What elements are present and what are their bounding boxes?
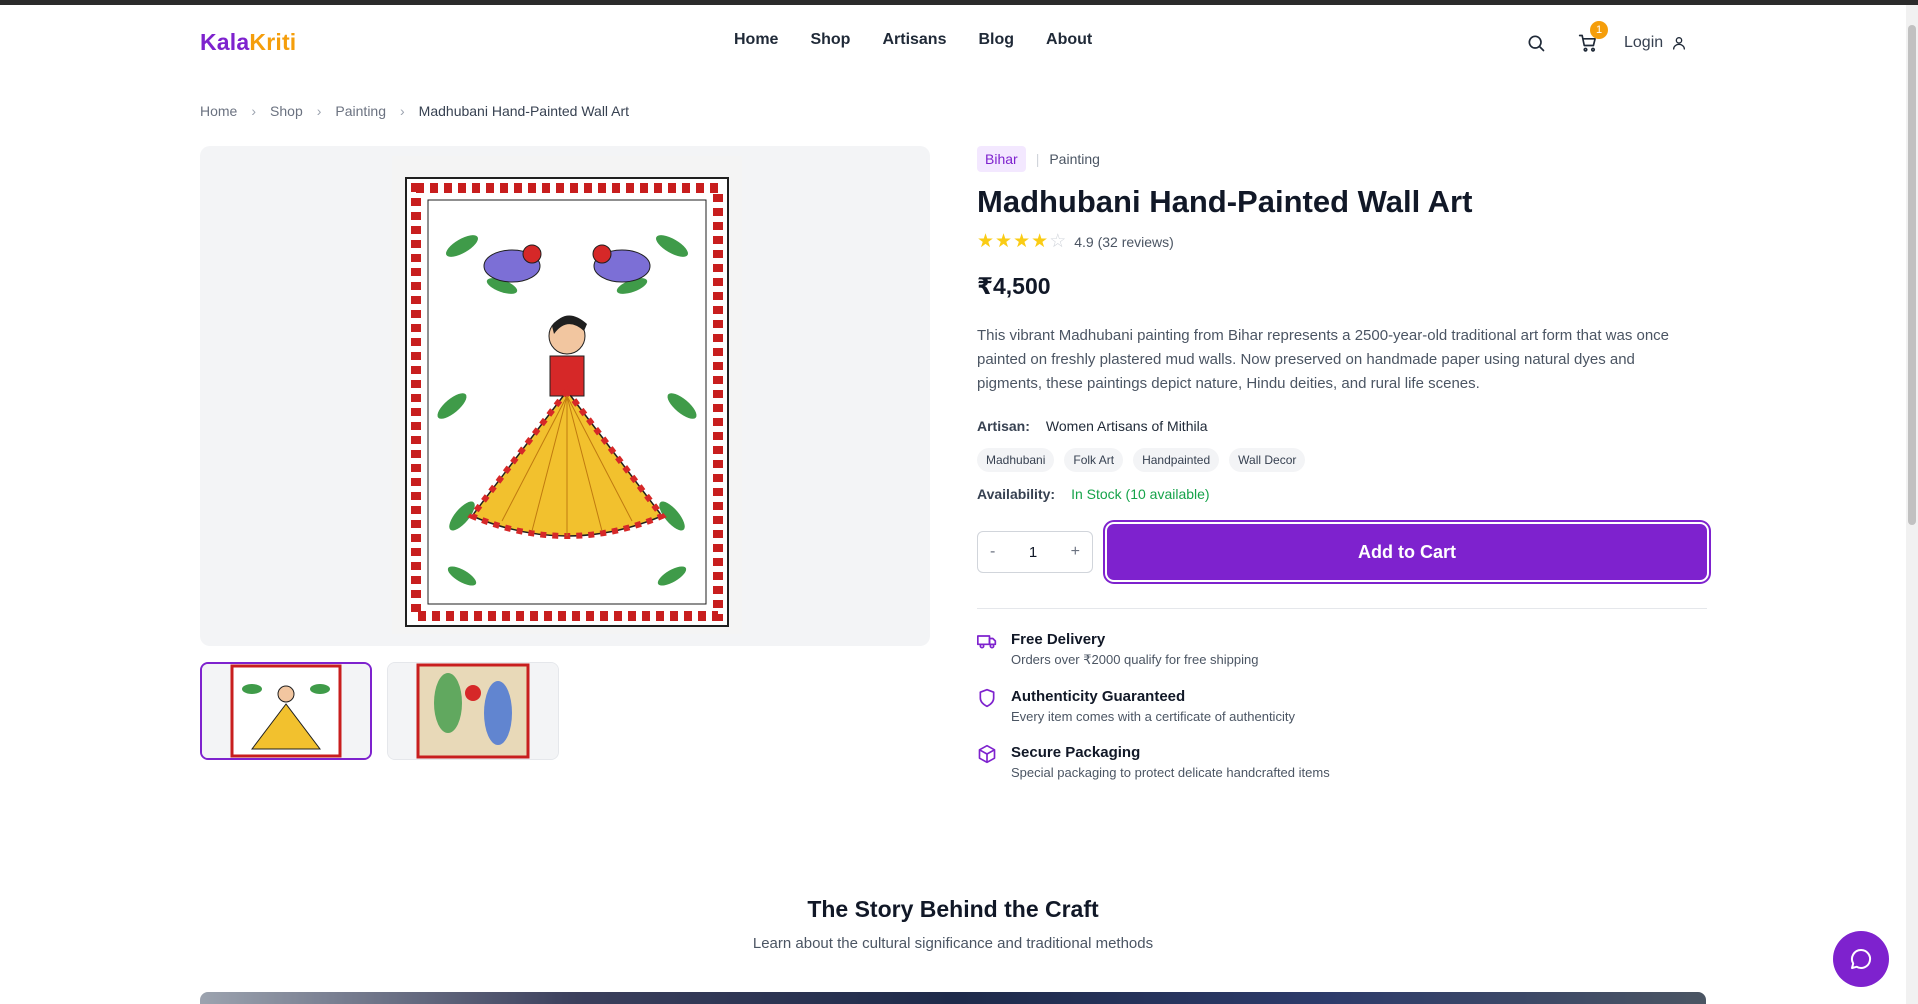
quantity-increment-button[interactable]: + (1071, 543, 1080, 561)
logo-part-kala: Kala (200, 29, 250, 55)
truck-icon (977, 635, 997, 649)
category-label[interactable]: Painting (1049, 151, 1100, 167)
tag-chip[interactable]: Handpainted (1133, 448, 1220, 472)
feature-description: Orders over ₹2000 qualify for free shipp… (1011, 652, 1259, 667)
breadcrumb-shop[interactable]: Shop (270, 103, 303, 119)
star-filled-icon: ★ (977, 231, 995, 252)
thumbnail-2[interactable] (387, 662, 559, 760)
feature-free-delivery: Free Delivery Orders over ₹2000 qualify … (977, 631, 1707, 668)
tag-chip[interactable]: Folk Art (1064, 448, 1124, 472)
region-tag[interactable]: Bihar (977, 146, 1026, 172)
tag-chip[interactable]: Madhubani (977, 448, 1055, 472)
rating-stars: ★ ★ ★ ★ ☆ (977, 232, 1066, 251)
star-filled-icon: ★ (1013, 231, 1031, 252)
nav-artisans[interactable]: Artisans (882, 31, 946, 49)
brand-logo[interactable]: KalaKriti (200, 29, 296, 56)
availability-row: Availability: In Stock (10 available) (977, 486, 1707, 502)
feature-title: Authenticity Guaranteed (1011, 688, 1186, 705)
tag-chip[interactable]: Wall Decor (1229, 448, 1306, 472)
tag-divider: | (1035, 151, 1040, 167)
thumbnail-image-2 (388, 663, 558, 759)
nav-blog[interactable]: Blog (978, 31, 1014, 49)
product-description: This vibrant Madhubani painting from Bih… (977, 327, 1670, 392)
artisan-row: Artisan: Women Artisans of Mithila (977, 418, 1707, 434)
cart-count-badge: 1 (1590, 21, 1608, 39)
star-empty-icon: ☆ (1049, 231, 1067, 252)
artisan-label: Artisan: (977, 418, 1030, 434)
login-button[interactable]: Login (1624, 34, 1687, 52)
cart-button[interactable]: 1 (1572, 21, 1608, 59)
chevron-right-icon: › (316, 103, 322, 119)
rating-text: 4.9 (32 reviews) (1074, 233, 1174, 250)
breadcrumb-current: Madhubani Hand-Painted Wall Art (418, 103, 630, 119)
login-label: Login (1624, 34, 1664, 51)
quantity-decrement-button[interactable]: - (990, 543, 995, 561)
breadcrumb-painting[interactable]: Painting (335, 103, 386, 119)
story-subtitle: Learn about the cultural significance an… (752, 935, 1154, 952)
product-main-image[interactable] (200, 146, 930, 646)
star-filled-icon: ★ (995, 231, 1013, 252)
thumbnail-image-1 (202, 664, 370, 758)
search-button[interactable] (1520, 27, 1552, 59)
story-banner-image (200, 992, 1706, 1004)
chat-button[interactable] (1833, 931, 1889, 987)
section-divider (977, 608, 1707, 609)
feature-description: Every item comes with a certificate of a… (1011, 709, 1295, 724)
chevron-right-icon: › (400, 103, 405, 119)
madhubani-painting-image (392, 156, 742, 634)
story-section: The Story Behind the Craft Learn about t… (0, 896, 1906, 952)
quantity-value[interactable]: 1 (1029, 544, 1037, 561)
page-scrollbar[interactable] (1906, 5, 1918, 1004)
user-icon (1673, 37, 1686, 50)
site-header: KalaKriti Home Shop Artisans Blog About … (0, 5, 1906, 79)
nav-about[interactable]: About (1046, 31, 1092, 49)
artisan-name[interactable]: Women Artisans of Mithila (1046, 418, 1208, 434)
nav-shop[interactable]: Shop (810, 31, 850, 49)
product-tags-row: Bihar | Painting (977, 146, 1707, 172)
product-rating: ★ ★ ★ ★ ☆ 4.9 (32 reviews) (977, 232, 1707, 251)
feature-title: Secure Packaging (1011, 744, 1141, 761)
logo-part-kriti: Kriti (249, 29, 297, 55)
feature-authenticity: Authenticity Guaranteed Every item comes… (977, 688, 1707, 724)
box-icon (978, 744, 996, 764)
product-title: Madhubani Hand-Painted Wall Art (977, 184, 1473, 219)
breadcrumb: Home › Shop › Painting › Madhubani Hand-… (200, 103, 629, 119)
nav-home[interactable]: Home (734, 31, 778, 49)
chat-bubble-icon (1851, 948, 1872, 969)
scrollbar-thumb[interactable] (1908, 25, 1916, 525)
feature-secure-packaging: Secure Packaging Special packaging to pr… (977, 744, 1707, 780)
header-actions: 1 Login (1520, 21, 1687, 59)
star-filled-icon: ★ (1031, 231, 1049, 252)
thumbnail-1[interactable] (200, 662, 372, 760)
feature-description: Special packaging to protect delicate ha… (1011, 765, 1330, 780)
availability-status: In Stock (10 available) (1071, 486, 1210, 502)
breadcrumb-home[interactable]: Home (200, 103, 237, 119)
story-title: The Story Behind the Craft (807, 896, 1099, 922)
search-icon (1528, 35, 1545, 52)
product-info: Bihar | Painting Madhubani Hand-Painted … (977, 146, 1707, 780)
feature-list: Free Delivery Orders over ₹2000 qualify … (977, 631, 1707, 780)
purchase-row: - 1 + Add to Cart (977, 524, 1707, 580)
product-tags: Madhubani Folk Art Handpainted Wall Deco… (977, 448, 1707, 472)
add-to-cart-button[interactable]: Add to Cart (1107, 524, 1707, 580)
chevron-right-icon: › (251, 103, 257, 119)
feature-title: Free Delivery (1011, 631, 1106, 648)
availability-label: Availability: (977, 486, 1056, 502)
shield-icon (979, 688, 995, 708)
main-nav: Home Shop Artisans Blog About (734, 31, 1092, 49)
quantity-stepper: - 1 + (977, 531, 1093, 573)
product-price: ₹4,500 (977, 273, 1051, 299)
